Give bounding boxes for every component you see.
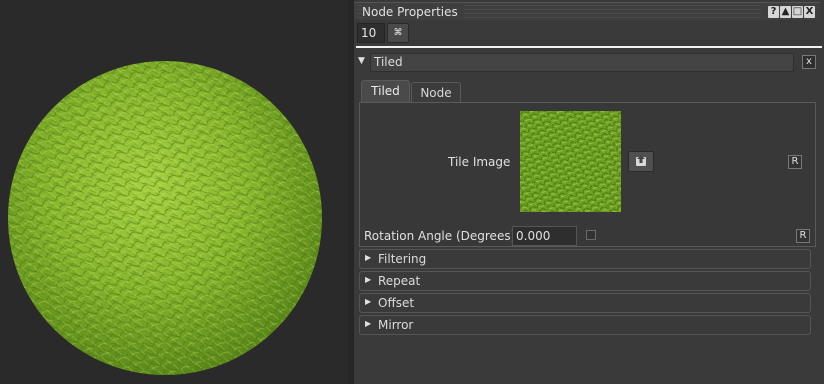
help-button[interactable]: ? [768,6,779,18]
rotation-checkbox[interactable] [586,230,596,240]
node-properties-panel: Node Properties ? ▲ □ X 10 ⌘ ▼ Tiled x T… [354,0,824,384]
divider [356,46,822,48]
tab-node[interactable]: Node [411,82,461,104]
collapse-panel-button[interactable]: ▲ [780,6,791,18]
node-close-button[interactable]: x [802,55,816,69]
section-label: Repeat [378,274,421,288]
node-header: ▼ Tiled x [354,52,824,74]
rotation-angle-field[interactable]: 0.000 [512,226,577,246]
panel-title: Node Properties [362,5,464,19]
node-name-field[interactable]: Tiled [370,53,794,72]
section-offset[interactable]: ▶ Offset [359,293,811,313]
section-label: Offset [378,296,415,310]
section-label: Mirror [378,318,414,332]
panel-header[interactable]: Node Properties ? ▲ □ X [354,2,820,21]
folder-upload-icon [636,155,646,166]
grass-sphere [8,61,322,375]
level-field[interactable]: 10 [357,23,385,43]
triangle-right-icon: ▶ [365,319,372,328]
section-label: Filtering [378,252,427,266]
triangle-right-icon: ▶ [365,253,372,262]
reset-rotation-button[interactable]: R [796,229,810,243]
viewport[interactable] [0,0,348,384]
section-mirror[interactable]: ▶ Mirror [359,315,811,335]
tile-image-label: Tile Image [448,155,511,169]
triangle-right-icon: ▶ [365,275,372,284]
section-repeat[interactable]: ▶ Repeat [359,271,811,291]
rotation-angle-label: Rotation Angle (Degrees) [364,229,516,243]
reset-tile-image-button[interactable]: R [788,155,802,169]
section-filtering[interactable]: ▶ Filtering [359,249,811,269]
float-panel-button[interactable]: □ [792,6,803,18]
close-panel-button[interactable]: X [804,6,815,18]
tab-tiled[interactable]: Tiled [361,80,410,103]
triangle-down-icon[interactable]: ▼ [358,56,365,66]
panel-toolbar: 10 ⌘ [354,22,824,44]
pin-button[interactable]: ⌘ [387,23,409,43]
triangle-right-icon: ▶ [365,297,372,306]
tile-image-thumbnail[interactable] [520,111,621,212]
browse-image-button[interactable] [628,151,654,172]
